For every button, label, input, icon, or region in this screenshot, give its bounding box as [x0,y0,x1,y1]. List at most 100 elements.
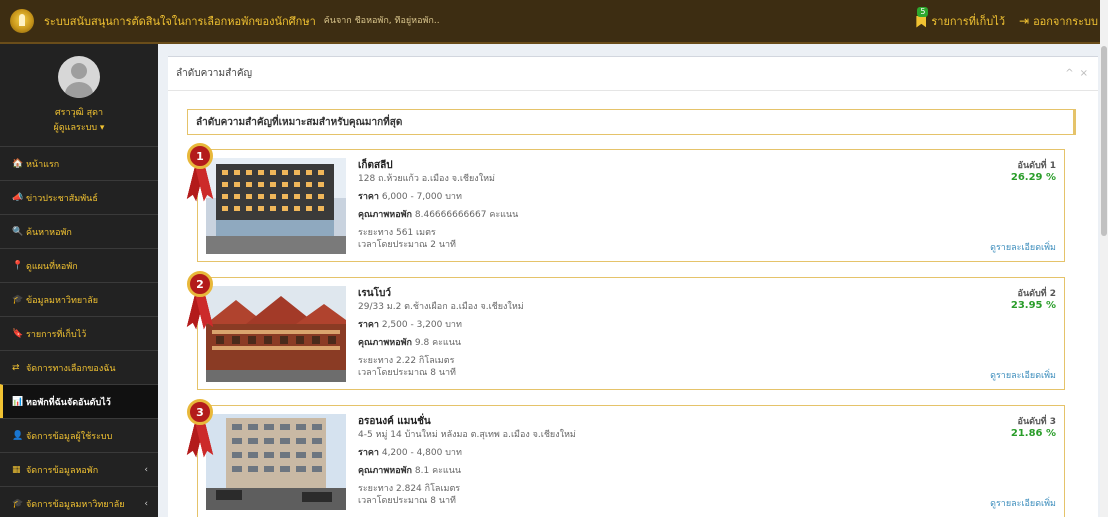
price-value: 4,200 - 4,800 บาท [381,448,462,458]
dorm-info: เรนโบว์ 29/33 ม.2 ต.ช้างเผือก อ.เมือง จ.… [358,286,918,379]
price-label: ราคา [358,192,379,202]
chevron-left-icon: ‹ [144,464,148,475]
collapse-icon[interactable]: ^ [1065,68,1073,79]
dorm-photo [206,286,346,382]
rank-box: อันดับที่ 3 21.86 % [1011,414,1056,439]
system-title: ระบบสนับสนุนการตัดสินใจในการเลือกหอพักขอ… [44,15,316,28]
quality-label: คุณภาพหอพัก [358,466,413,476]
dorm-price: ราคา 4,200 - 4,800 บาท [358,447,918,459]
box-header: ลำดับความสำคัญ ^ × [168,57,1098,91]
favorites-label: รายการที่เก็บไว้ [931,15,1005,28]
rank-label: อันดับที่ 2 [1017,289,1056,299]
rank-box: อันดับที่ 1 26.29 % [1011,158,1056,183]
graduation-cap-icon: 🎓 [12,498,24,509]
avatar [58,56,100,98]
rank-percent: 26.29 % [1010,172,1056,183]
rank-medal-icon: 1 [184,143,220,209]
sidebar-item-university[interactable]: 🎓 ข้อมูลมหาวิทยาลัย [0,282,158,316]
chevron-left-icon: ‹ [144,498,148,509]
dorm-address: 4-5 หมู่ 14 บ้านใหม่ หลังมอ ต.สุเทพ อ.เม… [358,430,576,440]
bullhorn-icon: 📣 [12,192,24,203]
view-details-link[interactable]: ดูรายละเอียดเพิ่ม [990,496,1056,510]
sidebar-item-label: ข่าวประชาสัมพันธ์ [26,193,98,204]
top-right-menu: 5 รายการที่เก็บไว้ ⇥ ออกจากระบบ [915,6,1098,30]
view-details-link[interactable]: ดูรายละเอียดเพิ่ม [990,240,1056,254]
rank-percent: 21.86 % [1010,428,1056,439]
user-role-dropdown[interactable]: ผู้ดูแลระบบ ▾ [54,120,105,134]
price-value: 6,000 - 7,000 บาท [381,192,462,202]
dorm-distance: ระยะทาง 2.22 กิโลเมตร [358,356,455,366]
search-input[interactable] [323,16,544,26]
sidebar-item-manage-users[interactable]: 👤 จัดการข้อมูลผู้ใช้ระบบ [0,418,158,452]
sidebar-item-label: จัดการข้อมูลผู้ใช้ระบบ [26,431,113,442]
university-logo[interactable] [10,9,34,33]
dorm-quality: คุณภาพหอพัก 8.46666666667 คะแนน [358,209,918,221]
table-icon: ▦ [12,464,21,475]
rank-number: 2 [187,271,213,297]
ranking-box: ลำดับความสำคัญ ^ × ลำดับความสำคัญที่เหมา… [168,56,1098,517]
rank-box: อันดับที่ 2 23.95 % [1011,286,1056,311]
dorm-quality: คุณภาพหอพัก 9.8 คะแนน [358,337,918,349]
sidebar-item-home[interactable]: 🏠 หน้าแรก [0,146,158,180]
sidebar-item-manage-dorms[interactable]: ▦ จัดการข้อมูลหอพัก ‹ [0,452,158,486]
sidebar-item-my-alternatives[interactable]: ⇄ จัดการทางเลือกของฉัน [0,350,158,384]
sidebar-item-label: ค้นหาหอพัก [26,227,72,238]
dorm-info: อรอนงค์ แมนชั่น 4-5 หมู่ 14 บ้านใหม่ หลั… [358,414,918,507]
dorm-travel-time: เวลาโดยประมาณ 8 นาที [358,368,456,378]
rank-percent: 23.95 % [1010,300,1056,311]
result-card: 3 อรอนงค์ แมนชั่น 4-5 หมู่ 14 บ้านใหม่ ห… [197,399,1065,517]
dorm-photo [206,158,346,254]
dorm-info: เก็ตสลีป 128 ถ.ห้วยแก้ว อ.เมือง จ.เชียงใ… [358,158,918,251]
user-name: ศราวุฒิ สุดา [54,108,104,118]
sidebar-item-label: จัดการข้อมูลมหาวิทยาลัย [26,499,125,510]
favorites-link[interactable]: 5 รายการที่เก็บไว้ [915,6,1005,30]
sidebar: ศราวุฒิ สุดา ผู้ดูแลระบบ ▾ 🏠 หน้าแรก 📣 ข่า… [0,44,158,517]
sidebar-item-news[interactable]: 📣 ข่าวประชาสัมพันธ์ [0,180,158,214]
logout-link[interactable]: ⇥ ออกจากระบบ [1019,12,1098,30]
dorm-travel-time: เวลาโดยประมาณ 2 นาที [358,240,456,250]
sidebar-item-label: จัดการข้อมูลหอพัก [26,465,99,476]
dorm-quality: คุณภาพหอพัก 8.1 คะแนน [358,465,918,477]
rank-medal-icon: 3 [184,399,220,465]
favorites-count-badge: 5 [917,6,929,17]
dorm-photo [206,414,346,510]
sign-out-icon: ⇥ [1019,14,1030,28]
quality-value: 9.8 คะแนน [414,338,462,348]
logout-label: ออกจากระบบ [1033,15,1098,28]
page-scrollbar[interactable] [1100,0,1108,517]
dorm-distance: ระยะทาง 2.824 กิโลเมตร [358,484,461,494]
rank-label: อันดับที่ 1 [1017,161,1056,171]
sidebar-item-manage-universities[interactable]: 🎓 จัดการข้อมูลมหาวิทยาลัย ‹ [0,486,158,517]
sidebar-item-map[interactable]: 📍 ดูแผนที่หอพัก [0,248,158,282]
price-label: ราคา [358,320,379,330]
sidebar-item-label: ดูแผนที่หอพัก [26,261,78,272]
dorm-name[interactable]: เก็ตสลีป [358,158,918,173]
close-icon[interactable]: × [1080,68,1088,79]
sidebar-item-my-rankings[interactable]: 📊 หอพักที่ฉันจัดอันดับไว้ [0,384,158,418]
quality-value: 8.1 คะแนน [414,466,462,476]
result-card: 1 เก็ตสลีป 128 ถ.ห้วยแก้ว อ.เมือง จ.เชีย… [197,143,1065,262]
rank-number: 3 [187,399,213,425]
sidebar-item-label: ข้อมูลมหาวิทยาลัย [26,295,99,306]
top-navbar: ระบบสนับสนุนการตัดสินใจในการเลือกหอพักขอ… [0,0,1108,44]
section-title: ลำดับความสำคัญที่เหมาะสมสำหรับคุณมากที่ส… [187,109,1076,135]
quality-label: คุณภาพหอพัก [358,210,413,220]
view-details-link[interactable]: ดูรายละเอียดเพิ่ม [990,368,1056,382]
rank-number: 1 [187,143,213,169]
user-panel: ศราวุฒิ สุดา ผู้ดูแลระบบ ▾ [0,44,158,146]
map-marker-icon: 📍 [12,260,24,271]
dorm-price: ราคา 2,500 - 3,200 บาท [358,319,918,331]
rank-medal-icon: 2 [184,271,220,337]
rank-label: อันดับที่ 3 [1017,417,1056,427]
quality-label: คุณภาพหอพัก [358,338,413,348]
sidebar-item-search[interactable]: 🔍 ค้นหาหอพัก [0,214,158,248]
dorm-name[interactable]: อรอนงค์ แมนชั่น [358,414,918,429]
search-icon: 🔍 [12,226,24,237]
dorm-name[interactable]: เรนโบว์ [358,286,918,301]
price-label: ราคา [358,448,379,458]
quality-value: 8.46666666667 คะแนน [414,210,519,220]
scrollbar-thumb[interactable] [1101,46,1107,236]
sidebar-item-favorites[interactable]: 🔖 รายการที่เก็บไว้ [0,316,158,350]
dorm-address: 29/33 ม.2 ต.ช้างเผือก อ.เมือง จ.เชียงใหม… [358,302,524,312]
user-icon: 👤 [12,430,24,441]
